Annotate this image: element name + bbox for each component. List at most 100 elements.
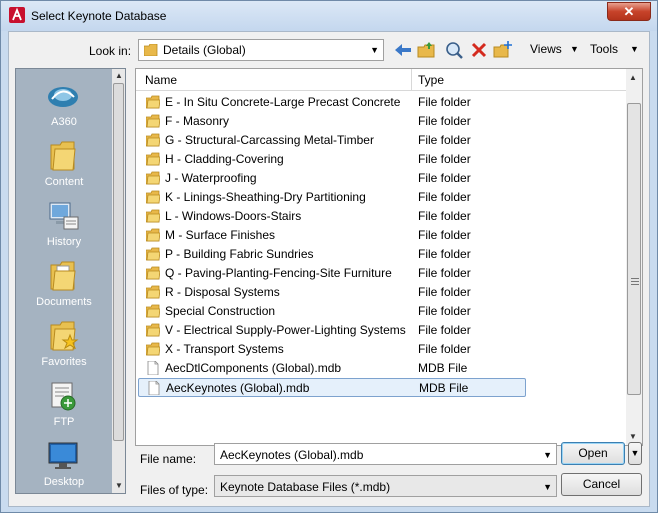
place-desktop[interactable]: Desktop [16,433,112,493]
file-name-label: File name: [140,452,197,466]
row-name: R - Disposal Systems [165,285,280,299]
file-type-label: Files of type: [140,483,209,497]
views-menu[interactable]: Views [530,42,562,56]
window-title: Select Keynote Database [31,9,167,23]
folder-row[interactable]: Special Construction File folder [138,302,528,321]
folder-row[interactable]: E - In Situ Concrete-Large Precast Concr… [138,93,528,112]
chevron-down-icon[interactable]: ▼ [630,44,639,54]
folder-row[interactable]: R - Disposal Systems File folder [138,283,528,302]
place-history[interactable]: History [16,193,112,253]
row-type: File folder [418,285,471,299]
scroll-grip-icon [631,278,639,285]
back-arrow-icon[interactable] [393,40,413,60]
delete-icon[interactable] [469,40,489,60]
new-folder-icon[interactable] [493,40,513,60]
search-icon[interactable] [444,40,464,60]
folder-icon [146,95,160,109]
place-documents[interactable]: Documents [16,253,112,313]
column-header-type[interactable]: Type [418,73,444,87]
column-divider[interactable] [411,69,412,91]
row-type: File folder [418,323,471,337]
close-button[interactable]: ✕ [607,2,651,21]
file-icon [148,381,160,395]
place-favorites[interactable]: Favorites [16,313,112,373]
column-header-name[interactable]: Name [145,73,177,87]
row-type: File folder [418,342,471,356]
row-name: J - Waterproofing [165,171,257,185]
place-a360[interactable]: A360 [16,73,112,133]
ftp-icon [51,382,76,411]
row-name: AecKeynotes (Global).mdb [166,381,310,395]
file-list-scrollbar[interactable]: ▲ ▼ [626,69,642,445]
row-name: F - Masonry [165,114,230,128]
a360-icon [48,87,78,107]
place-label: Documents [36,296,92,308]
folder-icon [146,190,160,204]
place-content[interactable]: Content [16,133,112,193]
favorites-icon [50,321,79,351]
cancel-button[interactable]: Cancel [561,473,642,496]
scroll-up-icon[interactable]: ▲ [629,73,637,82]
row-name: AecDtlComponents (Global).mdb [165,361,342,375]
chevron-down-icon[interactable]: ▼ [543,450,552,460]
file-icon [147,361,159,375]
folder-row[interactable]: L - Windows-Doors-Stairs File folder [138,207,528,226]
folder-row[interactable]: M - Surface Finishes File folder [138,226,528,245]
chevron-down-icon[interactable]: ▼ [570,44,579,54]
look-in-dropdown[interactable]: Details (Global) ▼ [138,39,384,61]
open-button[interactable]: Open [561,442,625,465]
tools-menu[interactable]: Tools [590,42,618,56]
documents-icon [50,261,76,291]
row-type: File folder [418,190,471,204]
file-name-input[interactable]: AecKeynotes (Global).mdb ▼ [214,443,557,465]
folder-icon [144,44,158,56]
file-type-dropdown[interactable]: Keynote Database Files (*.mdb) ▼ [214,475,557,497]
row-name: K - Linings-Sheathing-Dry Partitioning [165,190,366,204]
scroll-up-icon[interactable]: ▲ [115,71,123,80]
folder-row[interactable]: H - Cladding-Covering File folder [138,150,528,169]
open-dropdown-button[interactable]: ▼ [628,442,642,465]
folder-icon [146,247,160,261]
folder-icon [50,141,76,171]
places-scrollbar[interactable]: ▲ ▼ [112,69,125,493]
place-label: Desktop [43,476,85,488]
scroll-down-icon[interactable]: ▼ [629,432,637,441]
file-list-scroll-thumb[interactable] [627,103,641,395]
folder-row[interactable]: K - Linings-Sheathing-Dry Partitioning Fi… [138,188,528,207]
places-scroll-thumb[interactable] [113,83,124,441]
autocad-logo-icon [9,7,25,23]
folder-icon [146,342,160,356]
up-folder-icon[interactable] [417,40,437,60]
scroll-down-icon[interactable]: ▼ [115,481,123,490]
row-name: V - Electrical Supply-Power-Lighting Sys… [165,323,406,337]
folder-row[interactable]: G - Structural-Carcassing Metal-Timber Fi… [138,131,528,150]
folder-row[interactable]: V - Electrical Supply-Power-Lighting Sys… [138,321,528,340]
folder-icon [146,266,160,280]
file-row[interactable]: AecKeynotes (Global).mdb MDB File [138,378,526,397]
folder-row[interactable]: X - Transport Systems File folder [138,340,528,359]
places-list: A360 Content History Documents Favorites… [16,69,112,493]
folder-icon [146,323,160,337]
folder-row[interactable]: F - Masonry File folder [138,112,528,131]
place-label: Favorites [41,356,87,368]
file-row[interactable]: AecDtlComponents (Global).mdb MDB File [138,359,528,378]
place-ftp[interactable]: FTP [16,373,112,433]
row-name: L - Windows-Doors-Stairs [165,209,302,223]
row-type: MDB File [418,361,468,375]
desktop-icon [48,442,78,469]
folder-icon [146,152,160,166]
row-type: File folder [418,209,471,223]
row-name: M - Surface Finishes [165,228,276,242]
folder-row[interactable]: Q - Paving-Planting-Fencing-Site Furnitu… [138,264,528,283]
title-bar[interactable]: Select Keynote Database ✕ [1,1,657,31]
row-type: File folder [418,228,471,242]
place-label: History [46,236,82,248]
row-name: Q - Paving-Planting-Fencing-Site Furnitu… [165,266,392,280]
folder-row[interactable]: J - Waterproofing File folder [138,169,528,188]
row-name: Special Construction [165,304,276,318]
row-name: P - Building Fabric Sundries [165,247,314,261]
folder-row[interactable]: P - Building Fabric Sundries File folder [138,245,528,264]
row-name: X - Transport Systems [165,342,284,356]
place-label: FTP [53,416,75,428]
row-type: File folder [418,247,471,261]
